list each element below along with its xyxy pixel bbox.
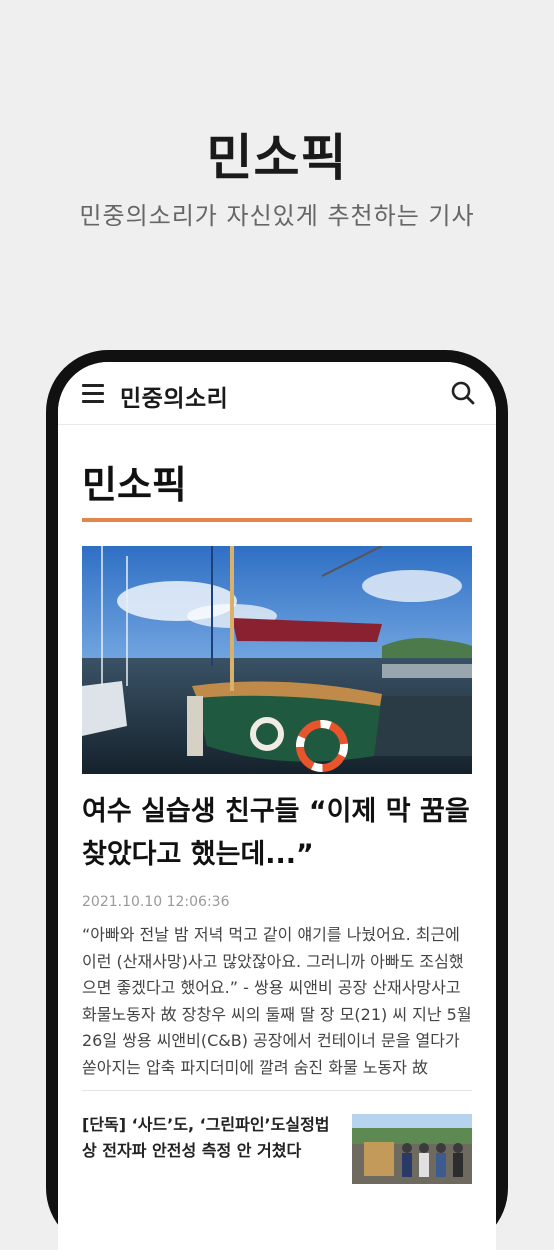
phone-screen: 민중의소리 민소픽 여수 실습생 친구들 “이제 막 꿈을 찾았다고 했는데..… xyxy=(58,362,496,1250)
section-divider xyxy=(82,518,472,522)
list-item-thumbnail xyxy=(352,1114,472,1184)
list-item[interactable]: [단독] ‘사드’도, ‘그린파인’도실정법상 전자파 안전성 측정 안 거쳤다 xyxy=(82,1112,472,1192)
promo-subtitle: 민중의소리가 자신있게 추천하는 기사 xyxy=(79,202,475,230)
list-item-title: [단독] ‘사드’도, ‘그린파인’도실정법상 전자파 안전성 측정 안 거쳤다 xyxy=(82,1115,330,1160)
section-title: 민소픽 xyxy=(82,463,187,507)
featured-summary: “아빠와 전날 밤 저녁 먹고 같이 얘기를 나눴어요. 최근에 이런 (산재사… xyxy=(82,925,472,1077)
app-logo[interactable]: 민중의소리 xyxy=(120,379,228,413)
featured-timestamp: 2021.10.10 12:06:36 xyxy=(82,894,230,910)
featured-headline-line1: 여수 실습생 친구들 “이제 막 꿈을 xyxy=(82,796,470,827)
featured-image[interactable] xyxy=(82,546,472,774)
featured-headline[interactable]: 여수 실습생 친구들 “이제 막 꿈을 찾았다고 했는데...” xyxy=(82,790,472,876)
hamburger-menu-icon[interactable] xyxy=(82,384,104,403)
promo-title: 민소픽 xyxy=(206,129,348,187)
featured-headline-line2: 찾았다고 했는데...” xyxy=(82,839,314,870)
phone-frame: 민중의소리 민소픽 여수 실습생 친구들 “이제 막 꿈을 찾았다고 했는데..… xyxy=(46,350,508,1250)
search-icon[interactable] xyxy=(450,380,476,406)
app-header: 민중의소리 xyxy=(58,362,496,425)
article-divider xyxy=(82,1090,472,1091)
